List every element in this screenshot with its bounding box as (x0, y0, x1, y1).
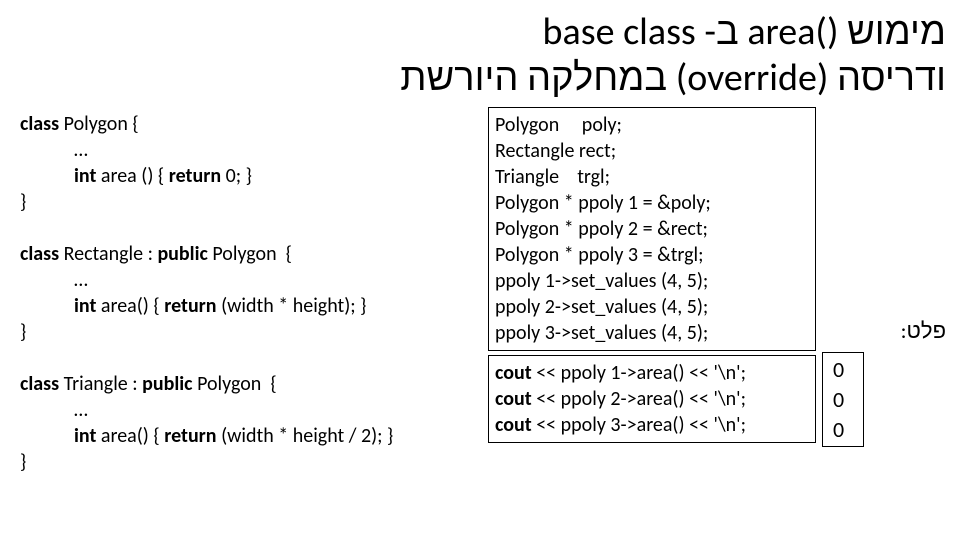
left-column: class Polygon { … int area () { return 0… (14, 107, 482, 483)
content-row: class Polygon { … int area () { return 0… (14, 107, 946, 483)
title-line1-ltr: area() (739, 9, 847, 55)
title-line2-ltr: (override) (667, 55, 837, 101)
code-usage: Polygon poly; Rectangle rect; Triangle t… (488, 107, 816, 351)
code-output-calls: cout << ppoly 1->area() << '\n'; cout <<… (488, 355, 816, 443)
right-column: פלט: 0 0 0 (822, 107, 946, 447)
slide-title: מימוש area() ב- base class ודריסה (overr… (14, 10, 946, 101)
output-line: 0 (833, 415, 853, 445)
output-box: 0 0 0 (822, 352, 864, 447)
output-line: 0 (833, 385, 853, 415)
middle-column: Polygon poly; Rectangle rect; Triangle t… (488, 107, 816, 447)
title-line1-pre: מימוש (847, 9, 946, 55)
title-line2-post: במחלקה היורשת (400, 55, 667, 101)
output-label: פלט: (822, 317, 946, 344)
code-classes: class Polygon { … int area () { return 0… (14, 107, 482, 479)
title-line2-pre: ודריסה (837, 55, 946, 101)
title-line1-post: ב- base class (543, 9, 739, 55)
output-line: 0 (833, 355, 853, 385)
